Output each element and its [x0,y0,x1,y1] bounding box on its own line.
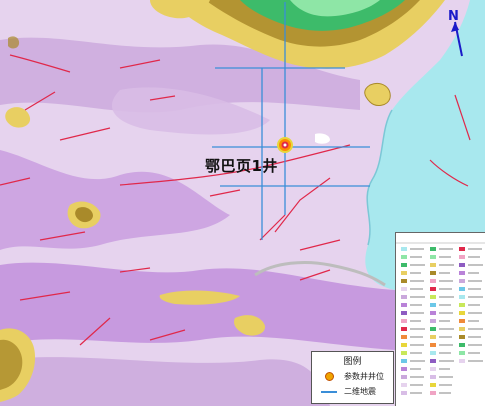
well-marker [277,137,293,153]
legend-item-well: 参数井井位 [312,371,393,382]
legend-title: 图例 [343,357,362,367]
legend-item-label: 参数井井位 [344,372,384,381]
strat-text-stubs [410,248,483,394]
legend-item-seismic: 二维地震 [312,386,393,397]
geologic-map: N 鄂巴页1井 图例 参数井井位 二维地震 [0,0,485,406]
north-label: N [448,9,459,24]
well-symbol-icon [324,372,334,381]
legend-item-label: 二维地震 [344,387,376,396]
violet-strip-bottom [0,357,330,406]
map-legend: 图例 参数井井位 二维地震 [311,351,394,404]
well-label: 鄂巴页1井 [205,157,278,175]
strat-legend-art [396,242,485,395]
stratigraphic-legend-panel [395,232,485,406]
seismic-line-icon [321,390,337,393]
